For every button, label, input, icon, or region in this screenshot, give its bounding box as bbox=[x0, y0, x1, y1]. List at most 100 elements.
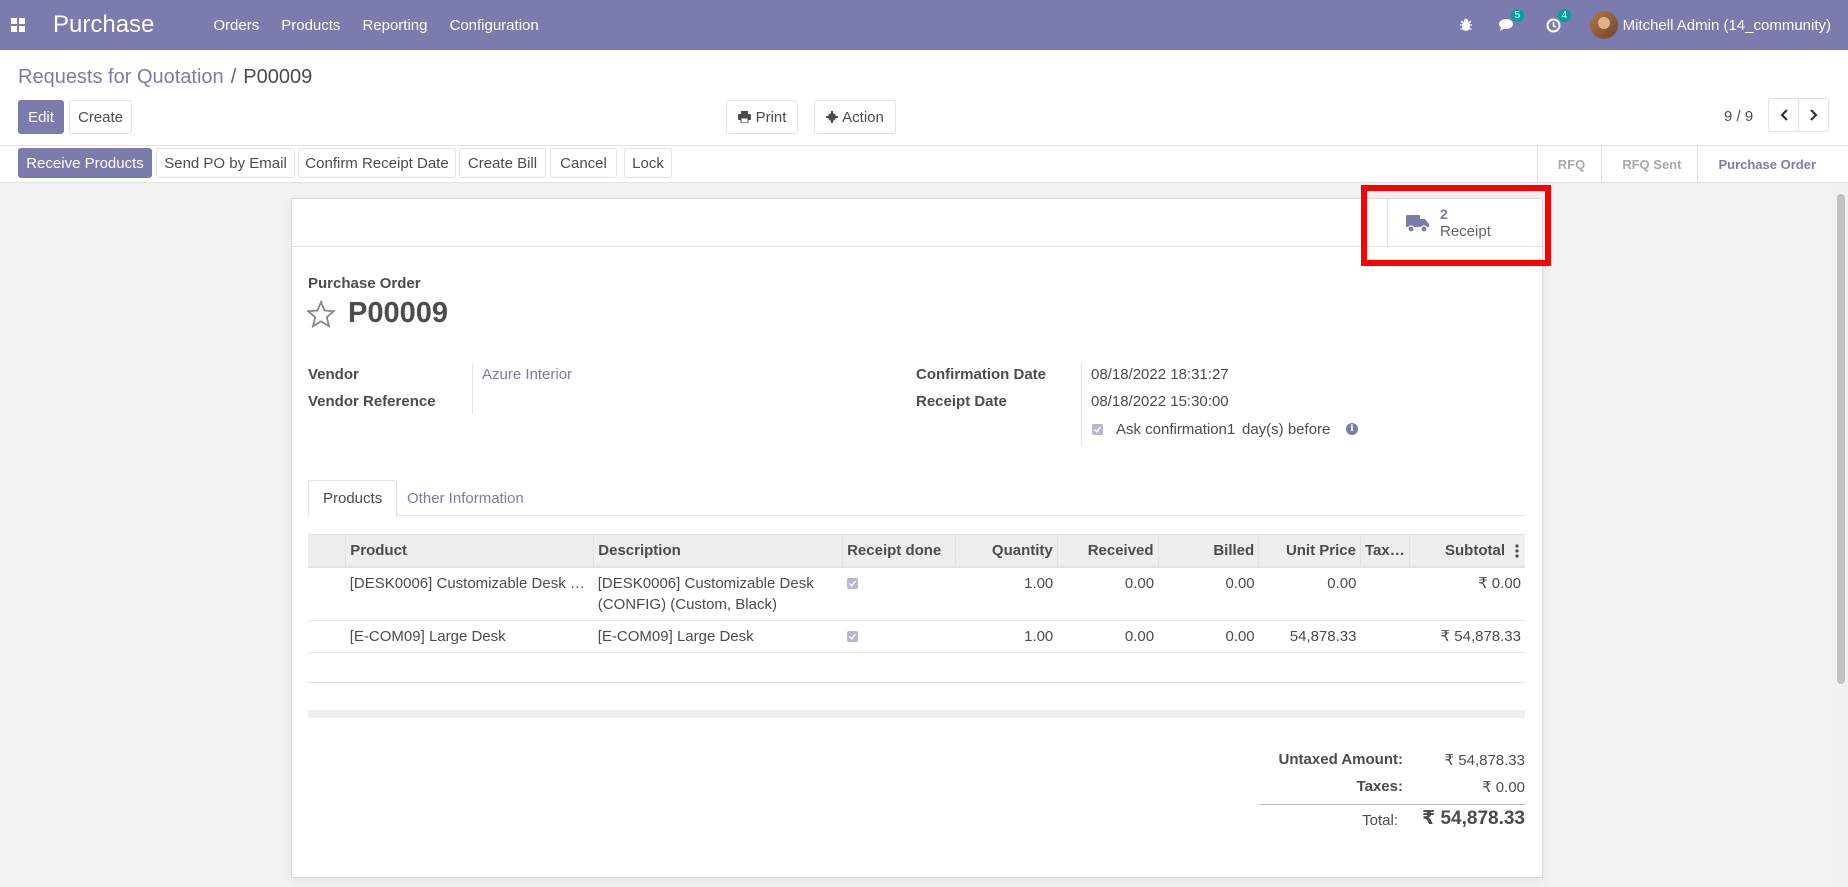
receipt-date-field[interactable]: 08/18/2022 15:30:00 bbox=[1091, 393, 1229, 410]
row-receipt-done bbox=[842, 620, 956, 653]
table-row[interactable]: [E-COM09] Large Desk [E-COM09] Large Des… bbox=[308, 620, 1525, 653]
receipt-done-checkbox[interactable] bbox=[846, 577, 858, 589]
table-row[interactable]: [DESK0006] Customizable Desk (C… [DESK00… bbox=[308, 566, 1525, 621]
vendor-label: Vendor bbox=[308, 366, 359, 383]
taxes-value: ₹ 0.00 bbox=[1482, 779, 1525, 796]
create-button[interactable]: Create bbox=[69, 100, 132, 134]
untaxed-amount-value: ₹ 54,878.33 bbox=[1444, 752, 1525, 769]
row-description: [DESK0006] Customizable Desk (CONFIG) (C… bbox=[593, 566, 843, 621]
stage-rfq[interactable]: RFQ bbox=[1536, 146, 1601, 183]
column-billed[interactable]: Billed bbox=[1157, 534, 1259, 568]
stage-purchase-order[interactable]: Purchase Order bbox=[1697, 146, 1848, 183]
column-description[interactable]: Description bbox=[593, 534, 843, 568]
confirm-receipt-date-button[interactable]: Confirm Receipt Date bbox=[298, 148, 456, 178]
column-unit-price[interactable]: Unit Price bbox=[1258, 534, 1361, 568]
breadcrumb: Requests for Quotation / P00009 bbox=[18, 66, 312, 89]
activities-clock-icon[interactable]: 4 bbox=[1546, 8, 1572, 33]
cancel-button[interactable]: Cancel bbox=[550, 148, 617, 178]
vendor-field[interactable]: Azure Interior bbox=[482, 366, 572, 383]
debug-bug-icon[interactable] bbox=[1459, 18, 1473, 32]
dates-divider bbox=[1081, 364, 1082, 446]
column-received[interactable]: Received bbox=[1056, 534, 1159, 568]
receipt-date-label: Receipt Date bbox=[916, 393, 1007, 410]
column-handle bbox=[308, 534, 346, 568]
control-panel: Requests for Quotation / P00009 Edit Cre… bbox=[0, 50, 1848, 146]
apps-menu-icon[interactable] bbox=[0, 0, 36, 50]
column-subtotal-label: Subtotal bbox=[1445, 541, 1505, 559]
lock-button[interactable]: Lock bbox=[624, 148, 672, 178]
column-subtotal[interactable]: Subtotal bbox=[1408, 534, 1525, 568]
info-icon[interactable]: i bbox=[1346, 423, 1358, 435]
vendor-reference-label: Vendor Reference bbox=[308, 393, 436, 410]
document-title: P00009 bbox=[348, 297, 448, 329]
breadcrumb-rfq-link[interactable]: Requests for Quotation bbox=[18, 66, 224, 89]
table-header-row: Product Description Receipt done Quantit… bbox=[308, 534, 1525, 568]
row-handle bbox=[308, 620, 346, 653]
receipt-done-checkbox[interactable] bbox=[846, 630, 858, 642]
table-footer bbox=[308, 710, 1525, 718]
row-billed: 0.00 bbox=[1158, 566, 1259, 621]
row-received: 0.00 bbox=[1057, 620, 1159, 653]
gear-icon bbox=[826, 111, 839, 123]
breadcrumb-separator: / bbox=[230, 66, 237, 88]
menu-configuration[interactable]: Configuration bbox=[438, 17, 549, 34]
menu-orders[interactable]: Orders bbox=[202, 17, 270, 34]
row-receipt-done bbox=[842, 566, 956, 621]
total-label: Total: bbox=[1362, 812, 1398, 829]
row-unit-price: 54,878.33 bbox=[1258, 620, 1361, 653]
smart-button-box: 2 Receipt bbox=[292, 199, 1542, 247]
confirmation-date-field[interactable]: 08/18/2022 18:31:27 bbox=[1091, 366, 1229, 383]
favorite-star-icon[interactable] bbox=[305, 299, 337, 332]
send-po-by-email-button[interactable]: Send PO by Email bbox=[156, 148, 295, 178]
tab-products[interactable]: Products bbox=[308, 480, 398, 517]
totals-divider bbox=[1260, 804, 1525, 805]
highlight-annotation-box bbox=[1361, 185, 1551, 266]
action-button[interactable]: Action bbox=[814, 100, 896, 134]
row-product-text: [DESK0006] Customizable Desk (C… bbox=[349, 574, 590, 592]
menu-reporting[interactable]: Reporting bbox=[351, 17, 438, 34]
vendor-divider bbox=[472, 364, 473, 414]
document-type-label: Purchase Order bbox=[308, 275, 421, 292]
messages-badge: 5 bbox=[1510, 9, 1525, 22]
receive-products-button[interactable]: Receive Products bbox=[18, 148, 152, 178]
user-menu[interactable]: Mitchell Admin (14_community) bbox=[1589, 11, 1831, 39]
app-name[interactable]: Purchase bbox=[53, 11, 154, 39]
breadcrumb-current: P00009 bbox=[243, 66, 313, 88]
row-unit-price: 0.00 bbox=[1258, 566, 1361, 621]
untaxed-amount-label: Untaxed Amount: bbox=[1278, 751, 1403, 768]
edit-button[interactable]: Edit bbox=[18, 100, 64, 134]
print-icon bbox=[737, 111, 751, 123]
confirmation-date-label: Confirmation Date bbox=[916, 366, 1047, 383]
create-bill-button[interactable]: Create Bill bbox=[459, 148, 546, 178]
vertical-scrollbar[interactable] bbox=[1834, 184, 1848, 887]
stage-rfq-sent[interactable]: RFQ Sent bbox=[1601, 146, 1697, 183]
tab-other-information[interactable]: Other Information bbox=[393, 480, 538, 517]
avatar bbox=[1589, 11, 1618, 39]
row-taxes bbox=[1360, 566, 1410, 621]
row-subtotal: ₹ 54,878.33 bbox=[1409, 620, 1525, 653]
ask-confirmation-days[interactable]: 1 bbox=[1227, 421, 1235, 438]
top-navbar: Purchase Orders Products Reporting Confi… bbox=[0, 0, 1848, 50]
row-product: [E-COM09] Large Desk bbox=[345, 620, 594, 653]
optional-columns-toggle-icon[interactable] bbox=[1515, 544, 1519, 558]
pager-previous-button[interactable] bbox=[1768, 98, 1799, 132]
column-receipt-done[interactable]: Receipt done bbox=[842, 534, 956, 568]
messages-icon[interactable]: 5 bbox=[1498, 9, 1525, 32]
row-received: 0.00 bbox=[1057, 566, 1159, 621]
row-quantity: 1.00 bbox=[955, 566, 1058, 621]
ask-confirmation-checkbox[interactable] bbox=[1092, 424, 1103, 435]
pager-value[interactable]: 9 / 9 bbox=[1724, 108, 1753, 125]
menu-products[interactable]: Products bbox=[270, 17, 351, 34]
scrollbar-thumb[interactable] bbox=[1837, 194, 1845, 684]
print-button[interactable]: Print bbox=[726, 100, 798, 134]
print-label: Print bbox=[755, 108, 787, 126]
column-product[interactable]: Product bbox=[345, 534, 594, 568]
column-quantity[interactable]: Quantity bbox=[955, 534, 1058, 568]
row-product: [DESK0006] Customizable Desk (C… bbox=[345, 566, 594, 621]
status-stages: RFQ RFQ Sent Purchase Order bbox=[1536, 146, 1848, 183]
row-subtotal: ₹ 0.00 bbox=[1409, 566, 1525, 621]
row-quantity: 1.00 bbox=[955, 620, 1058, 653]
pager-next-button[interactable] bbox=[1798, 98, 1829, 132]
row-product-text: [E-COM09] Large Desk bbox=[349, 627, 506, 645]
column-taxes[interactable]: Tax… bbox=[1359, 534, 1410, 568]
